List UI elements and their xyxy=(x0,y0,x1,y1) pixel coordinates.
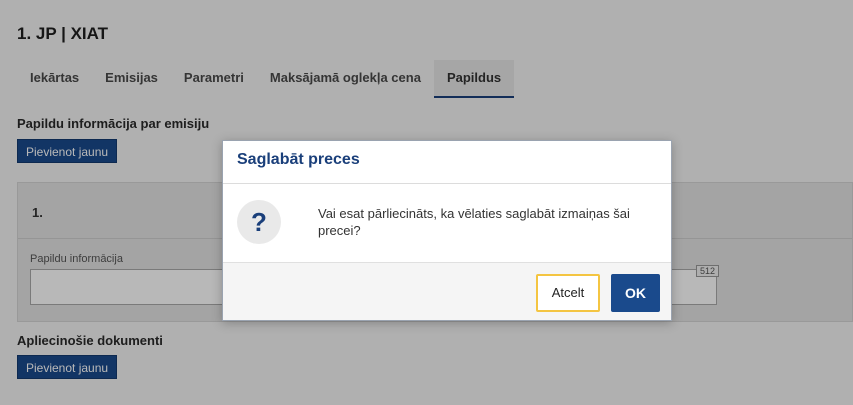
save-confirm-dialog: Saglabāt preces ? Vai esat pārliecināts,… xyxy=(222,140,672,321)
dialog-message: Vai esat pārliecināts, ka vēlaties sagla… xyxy=(318,206,630,238)
dialog-title: Saglabāt preces xyxy=(237,151,360,168)
dialog-footer: Atcelt OK xyxy=(223,262,671,320)
dialog-divider xyxy=(223,183,671,184)
question-icon: ? xyxy=(237,200,281,244)
ok-button[interactable]: OK xyxy=(611,274,660,312)
cancel-button[interactable]: Atcelt xyxy=(536,274,600,312)
